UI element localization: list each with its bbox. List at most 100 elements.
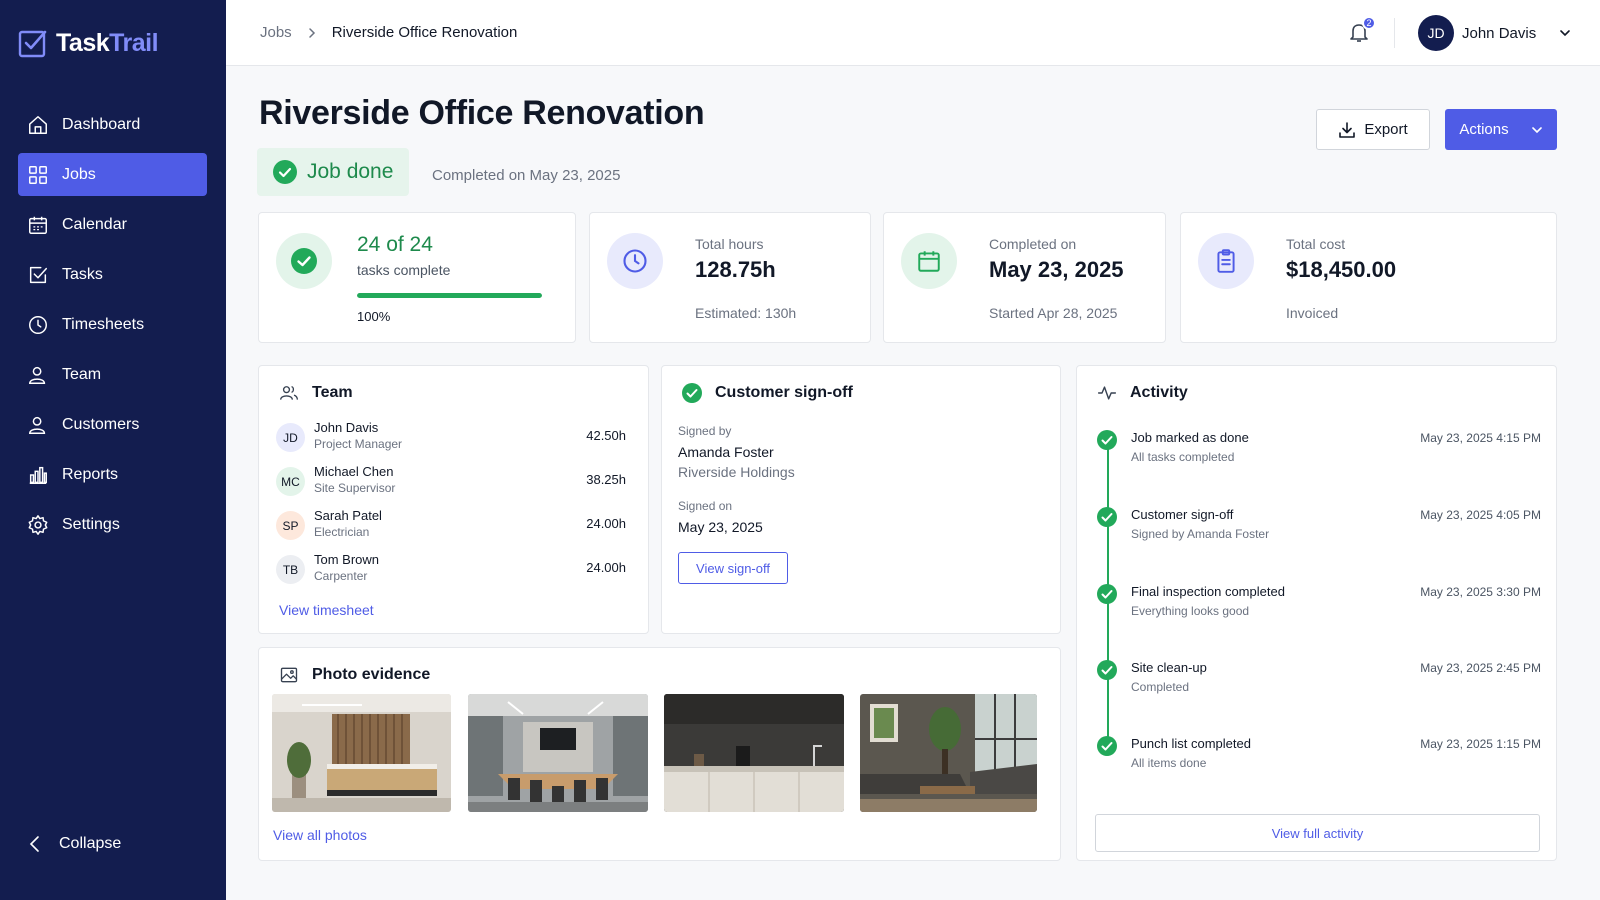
photo-card-header: Photo evidence [279, 665, 430, 685]
photo-thumbnail-conference[interactable] [468, 694, 648, 812]
view-all-photos-link[interactable]: View all photos [273, 827, 367, 843]
team-member-row[interactable]: TB Tom Brown Carpenter 24.00h [276, 552, 626, 588]
tasks-complete-value: 24 of 24 [357, 233, 433, 256]
team-member-row[interactable]: JD John Davis Project Manager 42.50h [276, 420, 626, 456]
total-hours-value: 128.75h [695, 257, 776, 282]
gear-icon [28, 514, 48, 535]
photo-thumbnail-lounge[interactable] [860, 694, 1037, 812]
team-member-hours: 42.50h [586, 428, 626, 443]
photo-conference-image [468, 694, 648, 812]
team-member-name: Michael Chen [314, 464, 394, 479]
notifications-button[interactable]: 2 [1347, 16, 1376, 46]
sidebar-item-calendar[interactable]: Calendar [18, 203, 207, 246]
completed-date-text: Completed on May 23, 2025 [432, 167, 621, 184]
check-circle-icon [291, 248, 317, 274]
signed-on-date: May 23, 2025 [678, 519, 763, 535]
sidebar: TaskTrail Dashboard Jobs Calendar Tasks … [0, 0, 226, 900]
team-card-header: Team [279, 383, 353, 403]
signed-by-label: Signed by [678, 424, 732, 438]
export-label: Export [1364, 121, 1408, 138]
signed-on-label: Signed on [678, 499, 733, 513]
photo-evidence-card: Photo evidence View all photos [258, 647, 1061, 861]
progress-bar-fill [357, 293, 542, 298]
status-label: Job done [307, 160, 394, 183]
tasks-progress-card: 24 of 24 tasks complete 100% [258, 212, 576, 343]
user-icon [29, 366, 46, 384]
calendar-icon-circle [901, 233, 957, 289]
grid-icon [29, 165, 47, 184]
activity-title-text: Punch list completed [1131, 736, 1251, 751]
user-icon [29, 416, 46, 434]
total-hours-card: Total hours 128.75h Estimated: 130h [589, 212, 871, 343]
view-full-activity-button[interactable]: View full activity [1095, 814, 1540, 852]
clock-icon [623, 249, 647, 273]
activity-timestamp: May 23, 2025 4:05 PM [1420, 508, 1541, 522]
sidebar-item-label: Tasks [62, 265, 103, 283]
check-circle-icon [1097, 660, 1117, 680]
activity-subtitle: Everything looks good [1131, 604, 1250, 618]
team-member-row[interactable]: MC Michael Chen Site Supervisor 38.25h [276, 464, 626, 500]
activity-title-text: Customer sign-off [1131, 507, 1234, 522]
chevron-down-icon [1560, 30, 1571, 37]
invoiced-status: Invoiced [1286, 305, 1339, 321]
sidebar-nav: Dashboard Jobs Calendar Tasks Timesheets… [18, 103, 207, 553]
check-circle-icon [682, 383, 702, 403]
photo-reception-image [272, 694, 451, 812]
team-member-role: Site Supervisor [314, 481, 396, 495]
view-timesheet-link[interactable]: View timesheet [279, 602, 374, 618]
check-circle-icon [273, 160, 297, 184]
sidebar-item-customers[interactable]: Customers [18, 403, 207, 446]
user-menu[interactable]: JD John Davis [1418, 15, 1572, 51]
export-button[interactable]: Export [1316, 109, 1430, 150]
signer-company: Riverside Holdings [678, 464, 795, 480]
photo-thumbnail-kitchen[interactable] [664, 694, 844, 812]
breadcrumb: Jobs Riverside Office Renovation [260, 24, 517, 41]
activity-item: Customer sign-off Signed by Amanda Foste… [1097, 507, 1541, 547]
sidebar-item-dashboard[interactable]: Dashboard [18, 103, 207, 146]
check-circle-icon [1097, 507, 1117, 527]
sidebar-item-jobs[interactable]: Jobs [18, 153, 207, 196]
sidebar-item-timesheets[interactable]: Timesheets [18, 303, 207, 346]
sidebar-item-label: Timesheets [62, 315, 145, 333]
progress-bar [357, 293, 542, 298]
check-circle-icon [1097, 736, 1117, 756]
team-member-row[interactable]: SP Sarah Patel Electrician 24.00h [276, 508, 626, 544]
sidebar-item-label: Jobs [62, 165, 96, 183]
sidebar-item-label: Team [62, 365, 102, 383]
topbar: Jobs Riverside Office Renovation 2 JD Jo… [226, 0, 1600, 66]
calendar-icon [29, 216, 47, 234]
team-member-hours: 38.25h [586, 472, 626, 487]
team-card: Team JD John Davis Project Manager 42.50… [258, 365, 649, 634]
sidebar-item-team[interactable]: Team [18, 353, 207, 396]
sidebar-item-label: Dashboard [62, 115, 141, 133]
sidebar-item-tasks[interactable]: Tasks [18, 253, 207, 296]
status-badge: Job done [257, 148, 410, 196]
topbar-divider [1394, 18, 1395, 48]
signer-name: Amanda Foster [678, 444, 774, 460]
clock-icon [29, 315, 47, 334]
activity-subtitle: Signed by Amanda Foster [1131, 527, 1270, 541]
completed-on-value: May 23, 2025 [989, 257, 1124, 282]
breadcrumb-current: Riverside Office Renovation [331, 24, 518, 41]
sidebar-item-settings[interactable]: Settings [18, 503, 207, 546]
avatar: JD [276, 423, 305, 452]
actions-button[interactable]: Actions [1445, 109, 1557, 150]
breadcrumb-jobs-link[interactable]: Jobs [260, 24, 292, 41]
team-member-hours: 24.00h [586, 560, 626, 575]
photo-title: Photo evidence [312, 666, 431, 683]
collapse-button[interactable]: Collapse [26, 835, 121, 853]
team-title: Team [312, 384, 353, 401]
team-member-name: John Davis [314, 420, 379, 435]
sidebar-item-reports[interactable]: Reports [18, 453, 207, 496]
page-title: Riverside Office Renovation [259, 94, 705, 132]
app-logo[interactable]: TaskTrail [18, 28, 159, 58]
completed-on-label: Completed on [989, 236, 1077, 252]
check-circle-icon [1097, 584, 1117, 604]
total-hours-label: Total hours [695, 236, 764, 252]
check-circle-icon [1097, 430, 1117, 450]
total-cost-card: Total cost $18,450.00 Invoiced [1180, 212, 1557, 343]
image-icon [280, 667, 298, 683]
view-signoff-button[interactable]: View sign-off [678, 552, 788, 584]
photo-thumbnail-reception[interactable] [272, 694, 451, 812]
pulse-icon [1097, 386, 1117, 400]
